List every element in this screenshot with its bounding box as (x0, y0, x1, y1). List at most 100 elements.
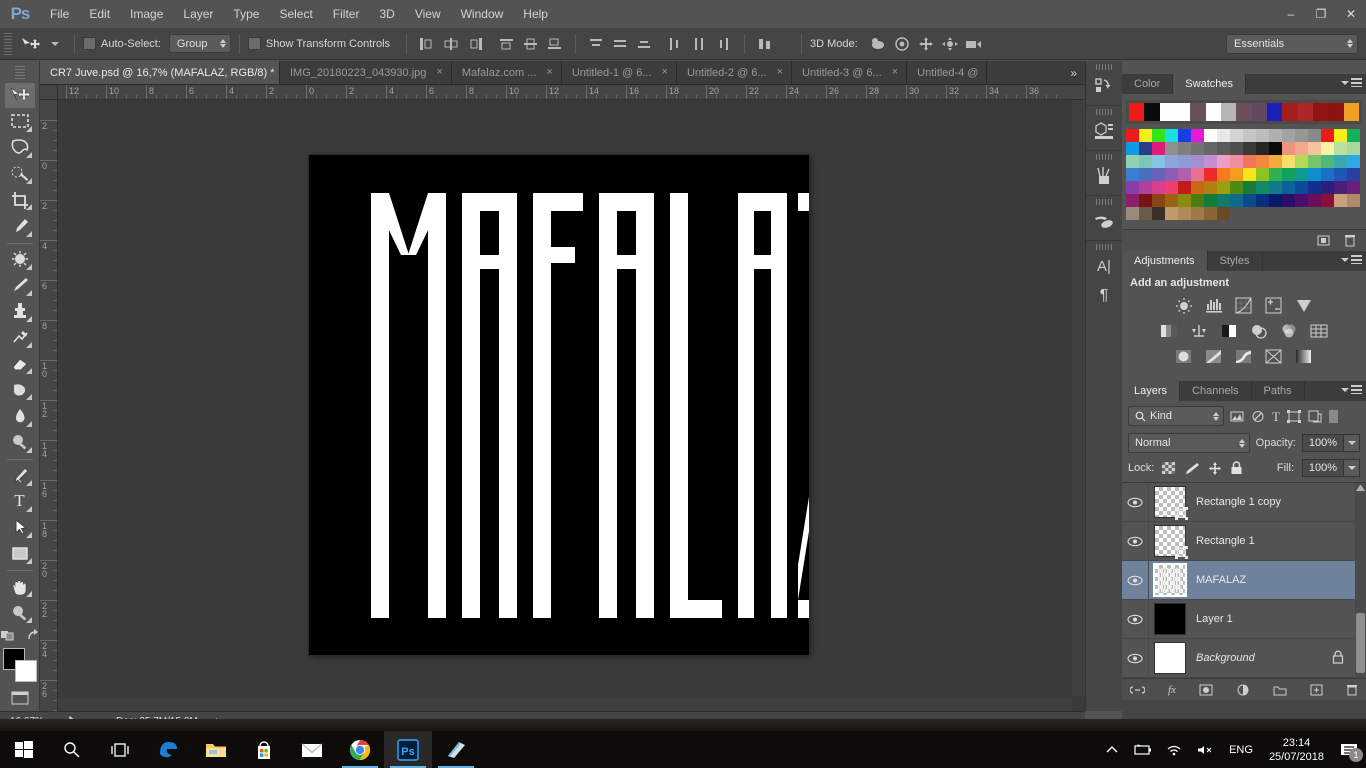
filter-shape-layers-icon[interactable] (1286, 409, 1301, 423)
layer-style-icon[interactable]: fx (1168, 684, 1176, 696)
color-swatch[interactable] (1321, 129, 1334, 142)
delete-swatch-icon[interactable] (1343, 234, 1356, 247)
color-swatch[interactable] (1308, 129, 1321, 142)
hue-saturation-icon[interactable] (1158, 321, 1180, 341)
color-swatch[interactable] (1295, 155, 1308, 168)
color-swatch[interactable] (1165, 155, 1178, 168)
menu-item-edit[interactable]: Edit (79, 0, 120, 28)
color-swatch[interactable] (1295, 194, 1308, 207)
lock-all-icon[interactable] (1230, 461, 1243, 475)
color-swatch[interactable] (1256, 181, 1269, 194)
opacity-dropdown-button[interactable] (1344, 434, 1360, 452)
preset-swatch[interactable] (1297, 103, 1313, 121)
lock-position-icon[interactable] (1208, 461, 1222, 475)
color-swatch[interactable] (1230, 181, 1243, 194)
three-d-roll-icon[interactable] (890, 33, 914, 55)
layer-name[interactable]: MAFALAZ (1196, 574, 1246, 586)
pen-tool[interactable] (5, 463, 35, 488)
new-swatch-icon[interactable] (1317, 234, 1331, 247)
invert-icon[interactable] (1173, 347, 1195, 367)
three-d-orbit-icon[interactable] (866, 33, 890, 55)
preset-swatch[interactable] (1343, 103, 1359, 121)
color-swatch[interactable] (1230, 142, 1243, 155)
fill-value[interactable]: 100% (1302, 459, 1344, 477)
color-swatch[interactable] (1321, 181, 1334, 194)
levels-icon[interactable] (1203, 295, 1225, 315)
color-lookup-icon[interactable] (1308, 321, 1330, 341)
align-top-edges-icon[interactable] (495, 33, 519, 55)
eraser-tool[interactable] (5, 351, 35, 376)
brush-tool[interactable] (5, 273, 35, 298)
clock[interactable]: 23:14 25/07/2018 (1261, 736, 1332, 764)
rail-grip[interactable] (1096, 154, 1112, 160)
selective-color-icon[interactable] (1263, 347, 1285, 367)
document-tab-0[interactable]: CR7 Juve.psd @ 16,7% (MAFALAZ, RGB/8) *× (40, 61, 291, 84)
workspace-selector[interactable]: Essentials (1226, 33, 1358, 54)
color-swatch[interactable] (1152, 194, 1165, 207)
color-swatch[interactable] (1308, 194, 1321, 207)
color-swatch[interactable] (1334, 194, 1347, 207)
color-swatch[interactable] (1178, 181, 1191, 194)
layers-scrollbar[interactable] (1355, 483, 1366, 678)
rectangle-tool[interactable] (5, 541, 35, 566)
lasso-tool[interactable] (5, 135, 35, 160)
tools-panel-grip[interactable] (14, 66, 25, 79)
curves-icon[interactable] (1233, 295, 1255, 315)
color-swatch[interactable] (1165, 129, 1178, 142)
menu-item-window[interactable]: Window (451, 0, 514, 28)
color-swatch[interactable] (1347, 155, 1360, 168)
color-swatch[interactable] (1165, 207, 1178, 220)
color-swatch[interactable] (1334, 168, 1347, 181)
color-swatch[interactable] (1347, 194, 1360, 207)
dodge-tool[interactable] (5, 430, 35, 455)
posterize-icon[interactable] (1203, 347, 1225, 367)
blend-mode-dropdown[interactable]: Normal (1128, 433, 1250, 453)
distribute-left-edges-icon[interactable] (664, 33, 688, 55)
background-color-swatch[interactable] (14, 660, 37, 683)
color-swatch[interactable] (1178, 207, 1191, 220)
close-tab-icon[interactable]: × (892, 67, 898, 78)
character-panel-icon[interactable]: A| (1086, 251, 1123, 281)
tab-paths[interactable]: Paths (1251, 381, 1305, 401)
color-swatch[interactable] (1243, 194, 1256, 207)
quick-selection-tool[interactable] (5, 161, 35, 186)
color-swatch[interactable] (1269, 129, 1282, 142)
hand-tool[interactable] (5, 574, 35, 599)
mail-icon[interactable] (288, 731, 336, 768)
menu-item-file[interactable]: File (40, 0, 79, 28)
brightness-contrast-icon[interactable] (1173, 295, 1195, 315)
document-tab-2[interactable]: Mafalaz.com ... × (451, 61, 562, 84)
black-white-icon[interactable] (1218, 321, 1240, 341)
color-swatch[interactable] (1217, 194, 1230, 207)
preset-swatch[interactable] (1282, 103, 1298, 121)
layer-name[interactable]: Layer 1 (1196, 613, 1233, 625)
close-tab-icon[interactable]: × (546, 67, 552, 78)
color-swatch[interactable] (1204, 142, 1217, 155)
volume-muted-icon[interactable] (1189, 744, 1221, 756)
channel-mixer-icon[interactable] (1278, 321, 1300, 341)
auto-align-layers-icon[interactable] (753, 33, 777, 55)
color-swatch[interactable] (1178, 155, 1191, 168)
color-swatch[interactable] (1295, 129, 1308, 142)
reader-icon[interactable] (432, 731, 480, 768)
color-swatch[interactable] (1282, 168, 1295, 181)
menu-item-view[interactable]: View (405, 0, 451, 28)
path-selection-tool[interactable] (5, 515, 35, 540)
color-swatch[interactable] (1217, 207, 1230, 220)
microsoft-store-icon[interactable] (240, 731, 288, 768)
color-swatch[interactable] (1282, 142, 1295, 155)
tab-swatches[interactable]: Swatches (1173, 74, 1246, 94)
color-swatches[interactable] (2, 648, 37, 683)
color-swatch[interactable] (1269, 168, 1282, 181)
opacity-value[interactable]: 100% (1302, 434, 1344, 452)
color-swatch[interactable] (1191, 168, 1204, 181)
color-swatch[interactable] (1204, 194, 1217, 207)
color-swatch[interactable] (1334, 155, 1347, 168)
color-swatch[interactable] (1256, 194, 1269, 207)
color-swatch[interactable] (1152, 142, 1165, 155)
vertical-ruler[interactable]: 2 0 2 4 6 8 1 0 1 2 1 4 1 6 1 8 2 0 2 2 2 4 2 6 (40, 100, 58, 711)
minimize-button[interactable]: – (1276, 0, 1306, 28)
blur-tool[interactable] (5, 403, 35, 428)
color-swatch[interactable] (1269, 155, 1282, 168)
color-swatch[interactable] (1334, 181, 1347, 194)
